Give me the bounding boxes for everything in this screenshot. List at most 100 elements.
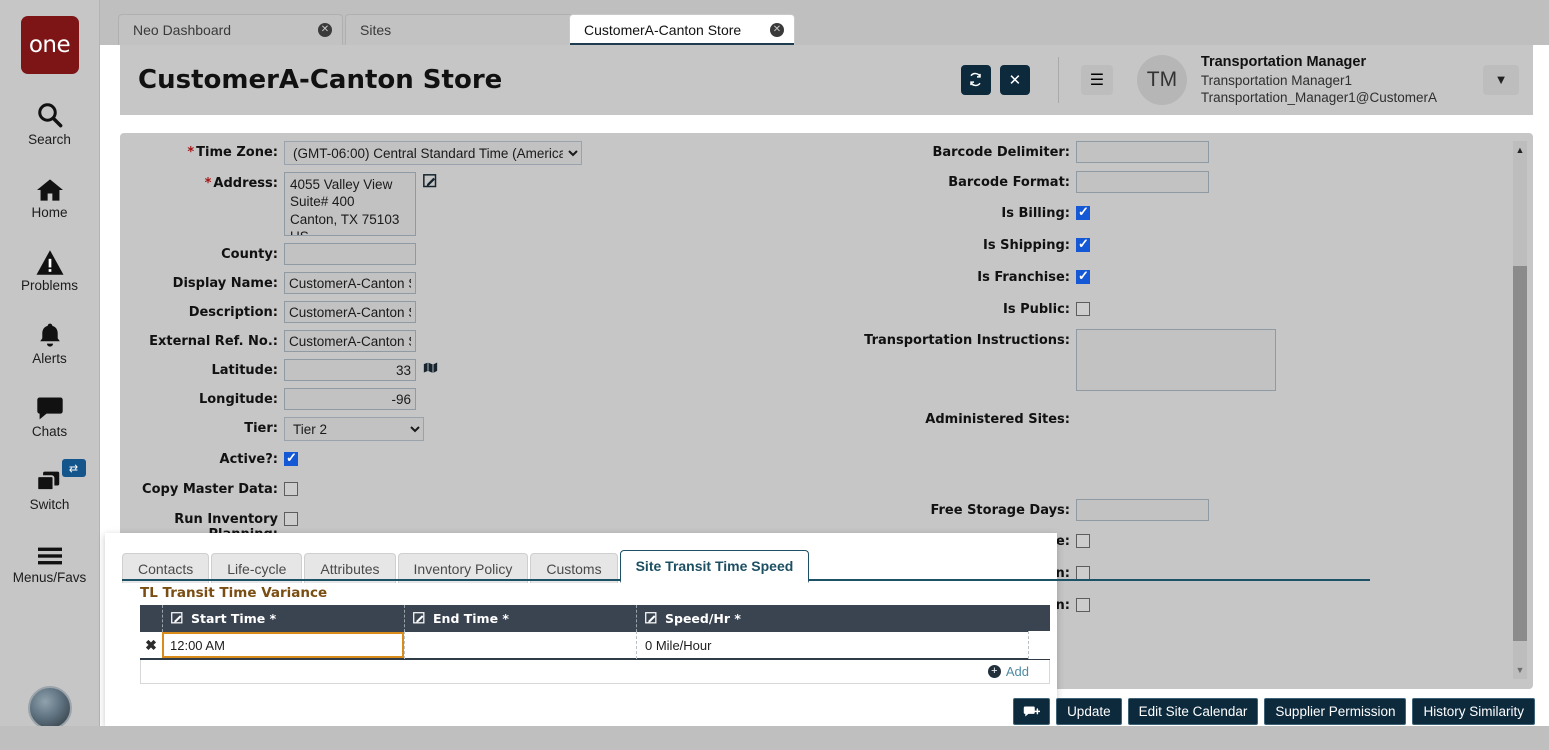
close-icon[interactable]: ✕ <box>318 23 332 37</box>
form-column-left: *Time Zone: (GMT-06:00) Central Standard… <box>120 141 740 579</box>
refresh-button[interactable] <box>961 65 991 95</box>
external-ref-no-input[interactable] <box>284 330 416 352</box>
sidebar-item-menus-favs[interactable]: Menus/Favs <box>0 534 100 585</box>
cell-start-time[interactable]: 12:00 AM <box>162 632 404 658</box>
scroll-up-icon[interactable]: ▲ <box>1513 143 1527 157</box>
add-row-button[interactable]: Add <box>1006 664 1029 679</box>
table-row: ✖ 12:00 AM 0 Mile/Hour <box>140 632 1050 660</box>
tab-neo-dashboard[interactable]: Neo Dashboard ✕ <box>118 14 343 45</box>
field-label: *Time Zone: <box>120 141 278 160</box>
field-row-free-storage-days: Free Storage Days: <box>740 499 1510 521</box>
switch-to-shipment-screen-checkbox[interactable] <box>1076 598 1090 612</box>
field-label: County: <box>120 243 278 262</box>
cell-end-time[interactable] <box>404 631 636 659</box>
tab-site-transit-time-speed[interactable]: Site Transit Time Speed <box>620 550 810 583</box>
sidebar-item-label: Chats <box>32 424 67 439</box>
copy-master-data-checkbox[interactable] <box>284 482 298 496</box>
sidebar-item-alerts[interactable]: Alerts <box>0 315 100 366</box>
is-shipping-checkbox[interactable] <box>1076 238 1090 252</box>
footer-action-bar: Update Edit Site Calendar Supplier Permi… <box>1013 698 1535 725</box>
sidebar-item-home[interactable]: Home <box>0 169 100 220</box>
grid-column-speed-hr[interactable]: Speed/Hr * <box>636 605 1028 632</box>
user-email: Transportation_Manager1@CustomerA <box>1201 89 1437 106</box>
field-row-is-billing: Is Billing: <box>740 202 1510 225</box>
edit-site-calendar-button[interactable]: Edit Site Calendar <box>1128 698 1259 725</box>
grid-header-row: Start Time * End Time * Speed/Hr * <box>140 605 1050 632</box>
page-header: CustomerA-Canton Store ✕ ☰ TM Transporta… <box>120 45 1533 115</box>
delete-row-icon[interactable]: ✖ <box>140 637 162 654</box>
description-input[interactable] <box>284 301 416 323</box>
field-label: Active?: <box>120 448 278 467</box>
plus-circle-icon[interactable]: + <box>988 665 1001 678</box>
scroll-down-icon[interactable]: ▼ <box>1513 663 1527 677</box>
display-name-input[interactable] <box>284 272 416 294</box>
latitude-input[interactable] <box>284 359 416 381</box>
active-checkbox[interactable] <box>284 452 298 466</box>
field-label: Free Storage Days: <box>740 499 1070 518</box>
grid-title: TL Transit Time Variance <box>140 585 327 601</box>
grid-column-label: Start Time * <box>191 611 276 626</box>
user-menu-caret-button[interactable]: ▼ <box>1483 65 1519 95</box>
sidebar-item-chats[interactable]: Chats <box>0 388 100 439</box>
field-label: Is Public: <box>740 298 1070 317</box>
sidebar-item-search[interactable]: Search <box>0 96 100 147</box>
home-icon <box>35 169 65 203</box>
grid-column-start-time[interactable]: Start Time * <box>162 605 404 632</box>
field-label: Is Billing: <box>740 202 1070 221</box>
edit-icon <box>645 612 658 625</box>
chat-icon <box>35 388 65 422</box>
run-demand-translation-checkbox[interactable] <box>1076 566 1090 580</box>
sidebar-item-label: Switch <box>30 497 70 512</box>
grid-column-end-time[interactable]: End Time * <box>404 605 636 632</box>
supplier-permission-button[interactable]: Supplier Permission <box>1264 698 1406 725</box>
required-marker: * <box>187 145 194 160</box>
run-inventory-planning-checkbox[interactable] <box>284 512 298 526</box>
switch-badge-icon[interactable]: ⇄ <box>62 459 86 477</box>
barcode-format-input[interactable] <box>1076 171 1209 193</box>
map-icon[interactable] <box>423 359 438 381</box>
header-menu-button[interactable]: ☰ <box>1081 65 1113 95</box>
is-transit-time-by-speed-degrade-checkbox[interactable] <box>1076 534 1090 548</box>
field-label: Is Franchise: <box>740 266 1070 285</box>
tab-customera-canton-store[interactable]: CustomerA-Canton Store ✕ <box>569 14 795 45</box>
cell-speed-hr[interactable]: 0 Mile/Hour <box>636 631 1028 659</box>
is-franchise-checkbox[interactable] <box>1076 270 1090 284</box>
is-public-checkbox[interactable] <box>1076 302 1090 316</box>
field-row-transportation-instructions: Transportation Instructions: <box>740 329 1510 396</box>
field-label: *Address: <box>120 172 278 191</box>
field-label: Tier: <box>120 417 278 436</box>
globe-avatar-icon[interactable] <box>28 686 72 730</box>
barcode-delimiter-input[interactable] <box>1076 141 1209 163</box>
transportation-instructions-textarea[interactable] <box>1076 329 1276 391</box>
longitude-input[interactable] <box>284 388 416 410</box>
close-icon[interactable]: ✕ <box>770 23 784 37</box>
close-icon: ✕ <box>1009 71 1022 89</box>
field-row-is-public: Is Public: <box>740 298 1510 321</box>
app-logo[interactable]: one <box>21 16 79 74</box>
is-billing-checkbox[interactable] <box>1076 206 1090 220</box>
hamburger-icon <box>35 534 65 568</box>
add-comment-button[interactable] <box>1013 698 1050 725</box>
form-scrollbar[interactable]: ▲ ▼ <box>1509 141 1527 679</box>
field-row-latitude: Latitude: <box>120 359 740 381</box>
update-button[interactable]: Update <box>1056 698 1122 725</box>
address-textarea[interactable]: 4055 Valley View Suite# 400 Canton, TX 7… <box>284 172 416 236</box>
tier-select[interactable]: Tier 2 <box>284 417 424 441</box>
county-input[interactable] <box>284 243 416 265</box>
tab-label: Neo Dashboard <box>133 22 304 38</box>
field-label: Barcode Delimiter: <box>740 141 1070 160</box>
refresh-icon <box>968 72 983 87</box>
avatar[interactable]: TM <box>1137 55 1187 105</box>
field-label: Display Name: <box>120 272 278 291</box>
history-similarity-button[interactable]: History Similarity <box>1412 698 1535 725</box>
user-name: Transportation Manager1 <box>1201 72 1437 89</box>
sidebar-item-switch[interactable]: ⇄ Switch <box>0 461 100 512</box>
scrollbar-thumb[interactable] <box>1513 266 1527 641</box>
time-zone-select[interactable]: (GMT-06:00) Central Standard Time (Ameri… <box>284 141 582 165</box>
field-label: Barcode Format: <box>740 171 1070 190</box>
close-button[interactable]: ✕ <box>1000 65 1030 95</box>
sidebar-item-label: Alerts <box>32 351 67 366</box>
sidebar-item-problems[interactable]: Problems <box>0 242 100 293</box>
free-storage-days-input[interactable] <box>1076 499 1209 521</box>
edit-icon[interactable] <box>423 172 438 236</box>
